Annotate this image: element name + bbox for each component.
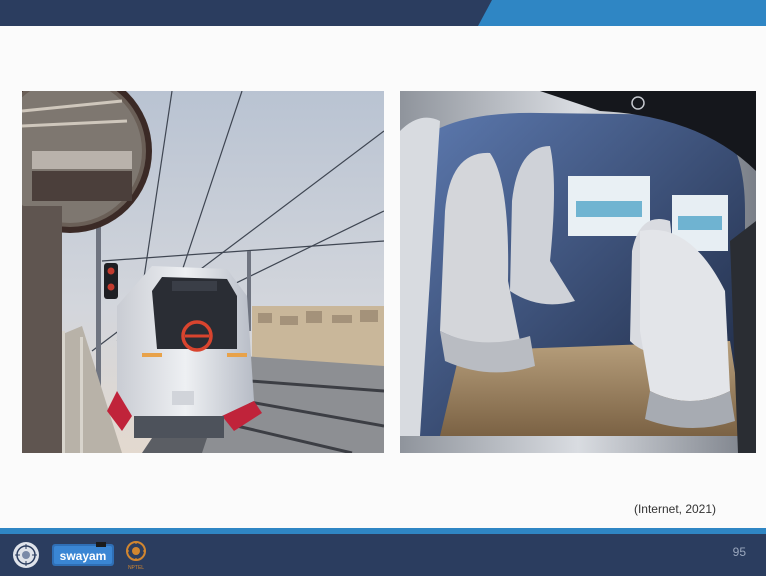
image-source-caption: (Internet, 2021) [633,502,717,516]
swayam-logo: swayam [52,542,114,568]
page-number: 95 [732,545,746,559]
top-accent-band [478,0,766,26]
svg-text:swayam: swayam [60,549,107,563]
autonomous-car-interior-photo [400,91,756,453]
emblem-logo [12,541,40,569]
svg-text:NPTEL: NPTEL [128,565,144,570]
nptel-logo: NPTEL [124,540,148,571]
footer-bar [0,534,766,576]
metro-train-photo [22,91,384,453]
